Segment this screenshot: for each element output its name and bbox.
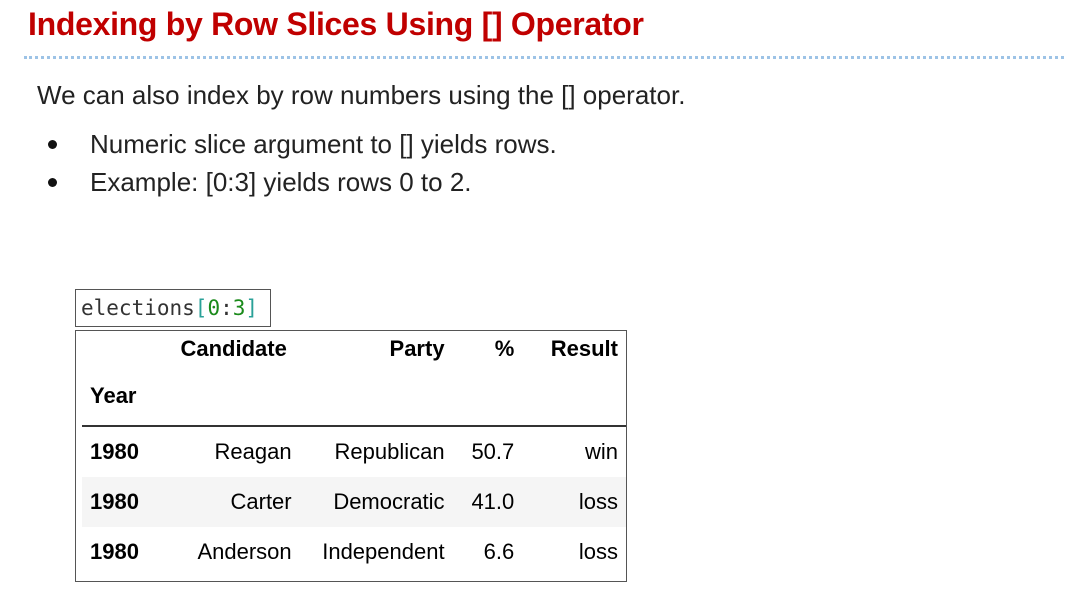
dataframe-table: Candidate Party % Result Year 1980 Reaga…: [82, 331, 626, 577]
cell-party: Independent: [322, 539, 445, 564]
index-corner: [82, 331, 168, 367]
cell-percent: 50.7: [471, 439, 515, 464]
bullet-item: Numeric slice argument to [] yields rows…: [48, 125, 557, 163]
column-header-party: Party: [389, 336, 445, 361]
column-header-result: Result: [550, 336, 618, 361]
column-header-row: Candidate Party % Result: [82, 331, 626, 367]
cell-result: loss: [522, 477, 626, 527]
code-start: 0: [207, 296, 221, 320]
bullet-item: Example: [0:3] yields rows 0 to 2.: [48, 163, 557, 201]
column-header-percent: %: [494, 336, 515, 361]
code-stop: 3: [232, 296, 246, 320]
cell-candidate: Reagan: [214, 439, 292, 464]
code-cell: elections[0:3]: [75, 289, 271, 327]
code-variable: elections: [81, 296, 195, 320]
cell-result: win: [584, 439, 618, 464]
cell-candidate: Carter: [167, 477, 300, 527]
bullet-list: Numeric slice argument to [] yields rows…: [48, 125, 557, 201]
cell-party: Republican: [334, 439, 445, 464]
index-name: Year: [82, 367, 168, 427]
row-index: 1980: [90, 439, 139, 464]
slide-title: Indexing by Row Slices Using [] Operator: [28, 6, 644, 42]
bullet-text: Example: [0:3] yields rows 0 to 2.: [90, 167, 472, 197]
title-divider: [24, 56, 1064, 59]
cell-percent: 41.0: [452, 477, 523, 527]
code-open-bracket: [: [194, 296, 208, 320]
bullet-dot-icon: [48, 177, 57, 187]
cell-result: loss: [578, 539, 618, 564]
table-row: 1980 Reagan Republican 50.7 win: [82, 426, 626, 477]
bullet-text: Numeric slice argument to [] yields rows…: [90, 129, 557, 159]
cell-percent: 6.6: [483, 539, 515, 564]
bullet-dot-icon: [48, 139, 57, 149]
intro-text: We can also index by row numbers using t…: [37, 80, 686, 110]
cell-party: Democratic: [299, 477, 453, 527]
index-name-row: Year: [82, 367, 626, 427]
row-index: 1980: [82, 477, 168, 527]
cell-candidate: Anderson: [197, 539, 292, 564]
table-row: 1980 Carter Democratic 41.0 loss: [82, 477, 626, 527]
code-close-bracket: ]: [245, 296, 259, 320]
code-colon: :: [220, 296, 233, 320]
row-index: 1980: [90, 539, 139, 564]
table-row: 1980 Anderson Independent 6.6 loss: [82, 527, 626, 577]
dataframe-output: Candidate Party % Result Year 1980 Reaga…: [75, 330, 627, 582]
column-header-candidate: Candidate: [180, 336, 287, 361]
